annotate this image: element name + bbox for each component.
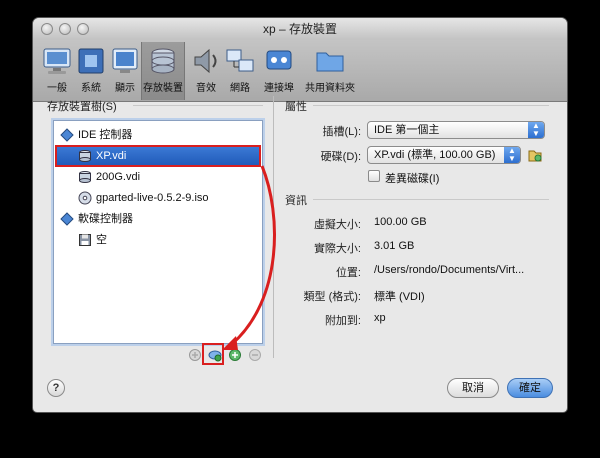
- tree-item-ide-controller[interactable]: IDE 控制器: [56, 125, 260, 145]
- tree-item-label: IDE 控制器: [78, 129, 133, 141]
- close-window-button[interactable]: [41, 23, 53, 35]
- hard-disk-icon: [79, 150, 91, 162]
- panel-divider: [273, 96, 274, 358]
- tree-item-label: XP.vdi: [96, 150, 127, 162]
- tree-item-xp-vdi[interactable]: XP.vdi: [55, 145, 261, 167]
- floppy-disk-icon: [79, 234, 91, 246]
- chip-icon: [78, 48, 104, 74]
- floppy-controller-icon: [60, 212, 74, 226]
- folder-icon: [316, 52, 344, 72]
- speaker-icon: [194, 48, 217, 74]
- remove-icon[interactable]: [248, 348, 262, 362]
- info-label: 虛擬大小:: [313, 219, 361, 231]
- tree-item-label: 空: [96, 234, 107, 246]
- divider: [313, 105, 549, 106]
- tab-storage[interactable]: 存放裝置: [141, 42, 185, 100]
- title-bar: xp – 存放裝置: [33, 18, 567, 40]
- info-heading: 資訊: [285, 195, 307, 207]
- attributes-heading: 屬性: [285, 101, 307, 113]
- ok-button[interactable]: 確定: [507, 378, 553, 398]
- info-value: xp: [374, 312, 386, 324]
- slot-label: 插槽(L):: [322, 126, 362, 138]
- disk-select-value: XP.vdi (標準, 100.00 GB): [374, 149, 496, 161]
- disk-label: 硬碟(D):: [320, 151, 361, 163]
- network-icon: [226, 49, 254, 72]
- settings-toolbar: 一般 系統 顯示 存放裝置 音效 網路 連接埠 共用資料夾: [33, 40, 567, 102]
- tab-general[interactable]: 一般: [39, 42, 75, 100]
- differencing-label: 差異磁碟(I): [385, 173, 440, 185]
- slot-select-value: IDE 第一個主: [374, 124, 440, 136]
- ide-controller-icon: [60, 128, 74, 142]
- tab-system[interactable]: 系統: [73, 42, 109, 100]
- minimize-window-button[interactable]: [59, 23, 71, 35]
- chevron-updown-icon: ▲ ▼: [528, 122, 544, 138]
- differencing-checkbox[interactable]: [368, 170, 380, 182]
- chevron-updown-icon: ▲ ▼: [504, 147, 520, 163]
- info-value: 3.01 GB: [374, 240, 415, 252]
- window-title: xp – 存放裝置: [262, 22, 338, 36]
- storage-tree[interactable]: IDE 控制器 XP.vdi 200G.vdi gparted-live-0.5…: [53, 120, 263, 344]
- divider: [133, 105, 263, 106]
- add-attachment-icon[interactable]: [208, 348, 222, 362]
- info-value: 100.00 GB: [374, 216, 427, 228]
- tab-ports[interactable]: 連接埠: [257, 42, 301, 100]
- divider: [313, 199, 549, 200]
- port-icon: [266, 50, 292, 70]
- tree-item-label: 軟碟控制器: [78, 213, 133, 225]
- info-label: 附加到:: [324, 315, 361, 327]
- add-hard-disk-icon[interactable]: [228, 348, 242, 362]
- tab-audio[interactable]: 音效: [189, 42, 223, 100]
- tab-network[interactable]: 網路: [223, 42, 257, 100]
- add-controller-icon[interactable]: [188, 348, 202, 362]
- help-button[interactable]: ?: [47, 379, 65, 397]
- monitor-icon: [43, 48, 71, 74]
- info-label: 位置:: [335, 267, 361, 279]
- choose-disk-icon[interactable]: [527, 147, 543, 163]
- info-label: 類型 (格式):: [303, 291, 361, 303]
- disk-select[interactable]: XP.vdi (標準, 100.00 GB) ▲ ▼: [367, 146, 521, 164]
- info-label: 實際大小:: [313, 243, 361, 255]
- info-value: 標準 (VDI): [374, 291, 425, 303]
- tree-item-gparted-iso[interactable]: gparted-live-0.5.2-9.iso: [56, 188, 260, 208]
- display-icon: [112, 48, 138, 73]
- tree-item-200g-vdi[interactable]: 200G.vdi: [56, 167, 260, 187]
- cd-disc-icon: [78, 191, 92, 205]
- slot-select[interactable]: IDE 第一個主 ▲ ▼: [367, 121, 545, 139]
- info-value: /Users/rondo/Documents/Virt...: [374, 264, 525, 276]
- storage-tree-heading: 存放裝置樹(S): [47, 101, 117, 113]
- zoom-window-button[interactable]: [77, 23, 89, 35]
- hard-disk-icon: [79, 171, 91, 183]
- tree-item-empty-floppy[interactable]: 空: [56, 230, 260, 250]
- storage-icon: [151, 48, 175, 74]
- settings-window: xp – 存放裝置 一般 系統 顯示 存放裝置 音效 網路 連接埠 共用資料夾 …: [33, 18, 567, 412]
- tree-item-label: 200G.vdi: [96, 171, 141, 183]
- tab-shared-folders[interactable]: 共用資料夾: [299, 42, 361, 100]
- tree-item-floppy-controller[interactable]: 軟碟控制器: [56, 209, 260, 229]
- tab-display[interactable]: 顯示: [107, 42, 143, 100]
- cancel-button[interactable]: 取消: [447, 378, 499, 398]
- tree-item-label: gparted-live-0.5.2-9.iso: [96, 192, 209, 204]
